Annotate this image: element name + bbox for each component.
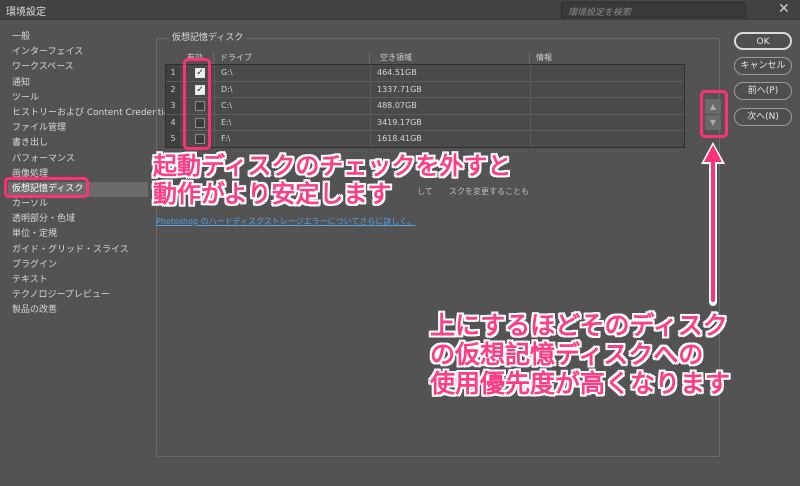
ok-button[interactable]: OK	[734, 32, 792, 50]
free-space-cell: 1618.41GB	[377, 134, 422, 144]
sidebar-item-file-handling[interactable]: ファイル管理	[8, 121, 148, 136]
table-body: 1 ✓ G:\ 464.51GB 2 ✓ D:\ 1337.71GB 3 C:\…	[165, 64, 685, 148]
sidebar-item-transparency-gamut[interactable]: 透明部分・色域	[8, 212, 148, 227]
preferences-search-input[interactable]: 環境設定を検索	[561, 2, 746, 18]
title-bar: 環境設定 環境設定を検索 ✕	[0, 0, 800, 20]
column-divider	[214, 65, 215, 81]
sidebar-item-tools[interactable]: ツール	[8, 91, 148, 106]
column-info: 情報	[529, 52, 552, 64]
preferences-sidebar: 一般 インターフェイス ワークスペース 通知 ツール ヒストリーおよび Cont…	[8, 30, 177, 319]
sidebar-item-guides-grid-slices[interactable]: ガイド・グリッド・スライス	[8, 243, 148, 258]
drive-cell: F:\	[221, 134, 231, 144]
table-row[interactable]: 3 C:\ 488.07GB	[166, 98, 684, 115]
free-space-cell: 464.51GB	[377, 68, 417, 77]
column-free-space: 空き領域	[369, 52, 412, 64]
free-space-cell: 3419.17GB	[377, 117, 422, 127]
column-divider	[370, 81, 371, 98]
prev-button[interactable]: 前へ(P)	[734, 82, 792, 100]
arrows-highlight	[700, 90, 728, 138]
scratch-disk-help-link[interactable]: Photoshop のハードディスクストレージエラーについてさらに詳しく。	[156, 216, 415, 227]
drive-cell: C:\	[221, 101, 232, 111]
table-row[interactable]: 4 E:\ 3419.17GB	[166, 114, 684, 132]
sidebar-item-interface[interactable]: インターフェイス	[8, 45, 148, 60]
sidebar-item-product-improvement[interactable]: 製品の改善	[8, 303, 148, 318]
sidebar-item-notifications[interactable]: 通知	[8, 76, 148, 91]
column-divider	[214, 81, 215, 98]
sidebar-item-cursors[interactable]: カーソル	[8, 197, 148, 212]
sidebar-item-units-rulers[interactable]: 単位・定規	[8, 227, 148, 242]
column-divider	[530, 81, 531, 98]
close-icon[interactable]: ✕	[778, 1, 790, 17]
column-drive: ドライブ	[213, 52, 252, 64]
callout-line: 上にするほどそのディスク	[430, 311, 728, 340]
table-row[interactable]: 5 F:\ 1618.41GB	[166, 131, 684, 148]
sidebar-item-export[interactable]: 書き出し	[8, 136, 148, 151]
column-divider	[370, 131, 371, 148]
sidebar-item-general[interactable]: 一般	[8, 30, 148, 45]
sidebar-item-type[interactable]: テキスト	[8, 273, 148, 288]
row-number: 2	[166, 81, 180, 98]
callout-line: 使用優先度が高くなります	[430, 368, 731, 398]
sidebar-highlight	[4, 177, 89, 198]
row-number: 3	[166, 98, 180, 115]
checkbox-highlight	[183, 58, 211, 150]
cancel-button[interactable]: キャンセル	[734, 57, 792, 75]
column-divider	[530, 98, 531, 115]
drive-cell: E:\	[221, 117, 232, 127]
table-row[interactable]: 1 ✓ G:\ 464.51GB	[166, 65, 684, 82]
row-number: 5	[166, 131, 180, 148]
up-arrow-annotation-icon	[701, 142, 725, 306]
drive-cell: G:\	[221, 68, 233, 77]
column-divider	[530, 131, 531, 148]
table-row[interactable]: 2 ✓ D:\ 1337.71GB	[166, 81, 684, 99]
column-divider	[214, 114, 215, 131]
column-divider	[370, 65, 371, 81]
column-divider	[370, 98, 371, 115]
callout-line: の仮想記憶ディスクへの	[430, 339, 704, 369]
column-divider	[530, 65, 531, 81]
drive-cell: D:\	[221, 84, 233, 94]
row-number: 4	[166, 114, 180, 131]
sidebar-item-performance[interactable]: パフォーマンス	[8, 152, 148, 167]
table-header: 有効 ドライブ 空き領域 情報	[165, 52, 685, 64]
next-button[interactable]: 次へ(N)	[734, 108, 792, 126]
sidebar-item-workspace[interactable]: ワークスペース	[8, 60, 148, 75]
callout-priority: 上にするほどそのディスク の仮想記憶ディスクへの 使用優先度が高くなります	[430, 311, 731, 398]
column-divider	[370, 114, 371, 131]
column-divider	[530, 114, 531, 131]
callout-line: 動作がより安定します	[153, 179, 392, 208]
sidebar-item-plugins[interactable]: プラグイン	[8, 258, 148, 273]
row-number: 1	[166, 65, 180, 81]
callout-checkbox: 起動ディスクのチェックを外すと 動作がより安定します	[153, 152, 512, 208]
column-divider	[214, 131, 215, 148]
sidebar-item-technology-previews[interactable]: テクノロジープレビュー	[8, 288, 148, 303]
free-space-cell: 1337.71GB	[377, 84, 422, 94]
column-divider	[214, 98, 215, 115]
scratch-disks-legend: 仮想記憶ディスク	[169, 30, 247, 43]
window-title: 環境設定	[6, 7, 46, 18]
callout-line: 起動ディスクのチェックを外すと	[153, 152, 512, 180]
sidebar-item-history[interactable]: ヒストリーおよび Content Credentials	[8, 106, 177, 121]
free-space-cell: 488.07GB	[377, 101, 417, 111]
